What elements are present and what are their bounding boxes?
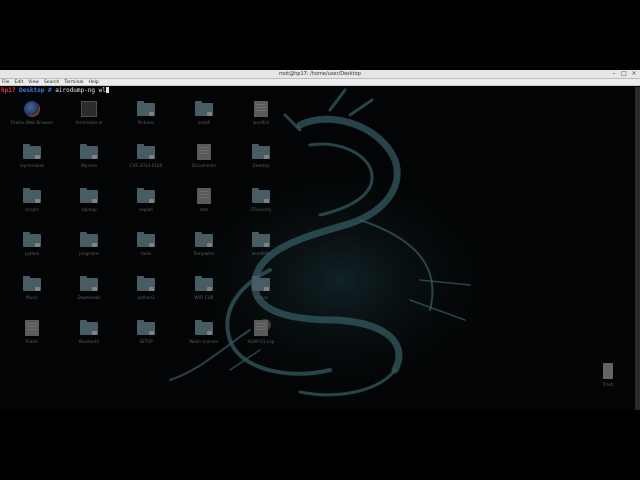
terminal-window: Firefox Web Browser terminator.el Pictures… xyxy=(0,70,640,410)
prompt-line: hp17 Desktop # airodump-ng wl xyxy=(1,87,109,95)
menu-view[interactable]: View xyxy=(28,79,39,85)
prompt-dir: Desktop xyxy=(19,87,45,94)
maximize-icon[interactable]: □ xyxy=(621,71,627,77)
prompt-symbol: # xyxy=(48,87,52,94)
menu-bar: File Edit View Search Terminal Help xyxy=(0,79,640,86)
menu-search[interactable]: Search xyxy=(44,79,59,85)
window-title: root@hp17: /home/user/Desktop xyxy=(279,71,361,77)
terminal-area[interactable]: hp17 Desktop # airodump-ng wl xyxy=(0,87,640,410)
menu-edit[interactable]: Edit xyxy=(15,79,24,85)
menu-help[interactable]: Help xyxy=(88,79,98,85)
menu-file[interactable]: File xyxy=(2,79,10,85)
close-icon[interactable]: × xyxy=(631,71,637,77)
minimize-icon[interactable]: – xyxy=(611,71,617,77)
window-titlebar[interactable]: root@hp17: /home/user/Desktop – □ × xyxy=(0,70,640,79)
text-cursor xyxy=(105,87,109,93)
command-text: airodump-ng wl xyxy=(55,87,106,94)
prompt-host: hp17 xyxy=(1,87,16,94)
terminal-scrollbar[interactable] xyxy=(635,87,640,410)
menu-terminal[interactable]: Terminal xyxy=(64,79,83,85)
